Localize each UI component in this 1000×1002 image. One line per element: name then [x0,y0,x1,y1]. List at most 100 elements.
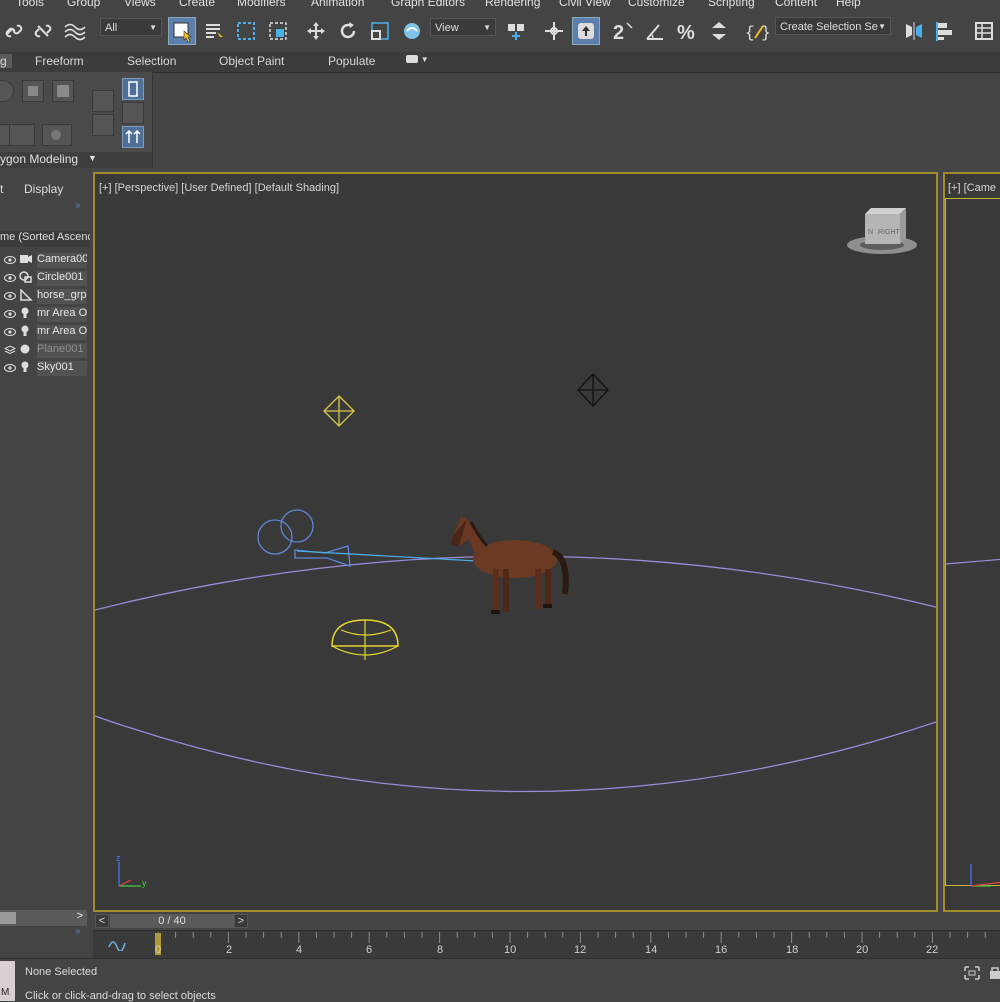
tab-object-paint[interactable]: Object Paint [219,54,284,68]
list-item[interactable]: Plane001 [0,341,87,359]
eye-icon[interactable] [4,327,16,339]
angle-snap-button[interactable] [641,17,669,45]
menu-rendering[interactable]: Rendering [485,0,540,9]
eye-icon[interactable] [4,255,16,267]
list-item[interactable]: Circle001 [0,269,87,287]
chevron-right-icon[interactable]: » [75,200,81,211]
scene-explorer-toggle-button[interactable] [970,17,998,45]
ribbon-sphere-button[interactable] [0,80,14,102]
spinner-snap-button[interactable] [705,17,733,45]
select-object-button[interactable] [168,17,196,45]
explorer-scrollbar[interactable]: > [0,910,87,926]
bind-spacewarp-button[interactable] [60,17,88,45]
ribbon-cube-button[interactable] [52,80,74,102]
tab-modeling[interactable]: g [0,54,12,68]
window-crossing-button[interactable] [264,17,292,45]
ribbon-disc-button[interactable] [42,124,72,146]
reference-coordinate-dropdown[interactable]: View ▼ [430,18,496,36]
sort-column-header[interactable]: me (Sorted Ascenc [0,231,90,247]
list-item[interactable]: mr Area O [0,305,87,323]
menu-tools[interactable]: Tools [16,0,44,9]
select-place-button[interactable] [398,17,426,45]
list-item[interactable]: Sky001 [0,359,87,377]
menu-animation[interactable]: Animation [311,0,364,9]
explorer-tab-display[interactable]: Display [24,182,63,196]
selection-filter-dropdown[interactable]: All ▼ [100,18,162,36]
ribbon-box-button[interactable] [22,80,44,102]
rect-selection-icon [237,22,255,40]
chevron-right-icon[interactable]: » [75,926,81,937]
ribbon-mesh-button[interactable] [9,124,35,146]
eye-icon[interactable] [4,291,16,303]
time-slider-thumb[interactable]: 0 / 40 [110,914,234,928]
list-item[interactable]: Camera00 [0,251,87,269]
tab-populate[interactable]: Populate [328,54,375,68]
ribbon-show-end-button[interactable] [122,102,144,124]
prev-frame-button[interactable]: < [95,914,109,928]
menu-customize[interactable]: Customize [628,0,685,9]
eye-icon[interactable] [4,309,16,321]
isolate-selection-icon[interactable] [963,965,981,981]
camera-viewport[interactable]: [+] [Came [943,172,1000,912]
select-by-name-button[interactable] [200,17,228,45]
area-light-left[interactable] [323,395,355,427]
time-slider[interactable]: < 0 / 40 > [93,912,1000,930]
manipulate-icon [545,22,563,40]
unlink-button[interactable] [29,17,57,45]
menu-create[interactable]: Create [179,0,215,9]
area-light-right[interactable] [577,373,609,407]
align-button[interactable] [932,17,960,45]
svg-text:z: z [116,853,121,863]
list-item[interactable]: horse_grp [0,287,87,305]
layers-icon[interactable] [3,345,17,358]
mirror-button[interactable] [900,17,928,45]
edit-named-selection-button[interactable]: {} [743,17,771,45]
menu-graph-editors[interactable]: Graph Editors [391,0,465,9]
ribbon-panel-label[interactable]: ygon Modeling ▼ [0,152,152,168]
circle-shape-near[interactable] [95,715,936,793]
sky-dome[interactable] [331,619,399,660]
scale-button[interactable] [366,17,394,45]
horse-model[interactable] [451,516,569,614]
menu-group[interactable]: Group [67,0,100,9]
list-item[interactable]: mr Area O [0,323,87,341]
percent-snap-button[interactable]: % [673,17,701,45]
menu-modifiers[interactable]: Modifiers [237,0,286,9]
explorer-tab-select[interactable]: t [0,182,3,196]
ribbon-options-button[interactable]: ▼ [406,54,429,65]
eye-icon[interactable] [4,363,16,375]
chevron-down-icon: ▼ [88,153,97,163]
menu-help[interactable]: Help [836,0,861,9]
rectangular-selection-button[interactable] [232,17,260,45]
snaps-toggle-button[interactable]: 2 [609,17,637,45]
select-manipulate-button[interactable] [540,17,568,45]
menu-civil-view[interactable]: Civil View [559,0,611,9]
ribbon-stack-button-1[interactable] [92,90,114,112]
ribbon-make-unique-button[interactable] [122,126,144,148]
menu-views[interactable]: Views [124,0,156,9]
chevron-right-icon[interactable]: > [77,910,83,922]
next-frame-button[interactable]: > [234,914,248,928]
selection-lock-icon[interactable] [988,965,1000,981]
pivot-center-button[interactable] [502,17,530,45]
scroll-thumb[interactable] [0,912,16,924]
link-button[interactable] [0,17,28,45]
ribbon-pin-stack-button[interactable] [122,78,144,100]
keyboard-shortcut-override-button[interactable] [572,17,600,45]
ribbon-stack-button-2[interactable] [92,114,114,136]
perspective-viewport[interactable]: [+] [Perspective] [User Defined] [Defaul… [93,172,938,912]
spacewarp-icon [64,23,86,41]
move-button[interactable] [302,17,330,45]
svg-text:%: % [677,22,695,42]
eye-icon[interactable] [4,273,16,285]
rotate-button[interactable] [334,17,362,45]
maxscript-listener[interactable]: M [0,961,15,1001]
pivot-icon [508,24,524,40]
menu-content[interactable]: Content [775,0,817,9]
tab-freeform[interactable]: Freeform [35,54,84,68]
view-cube[interactable]: N RIGHT [847,208,917,254]
track-bar[interactable]: 0 2 4 6 8 10 12 14 16 18 20 22 [93,930,1000,959]
menu-scripting[interactable]: Scripting [708,0,755,9]
selection-set-dropdown[interactable]: Create Selection Se ▼ [775,17,891,35]
tab-selection[interactable]: Selection [127,54,176,68]
